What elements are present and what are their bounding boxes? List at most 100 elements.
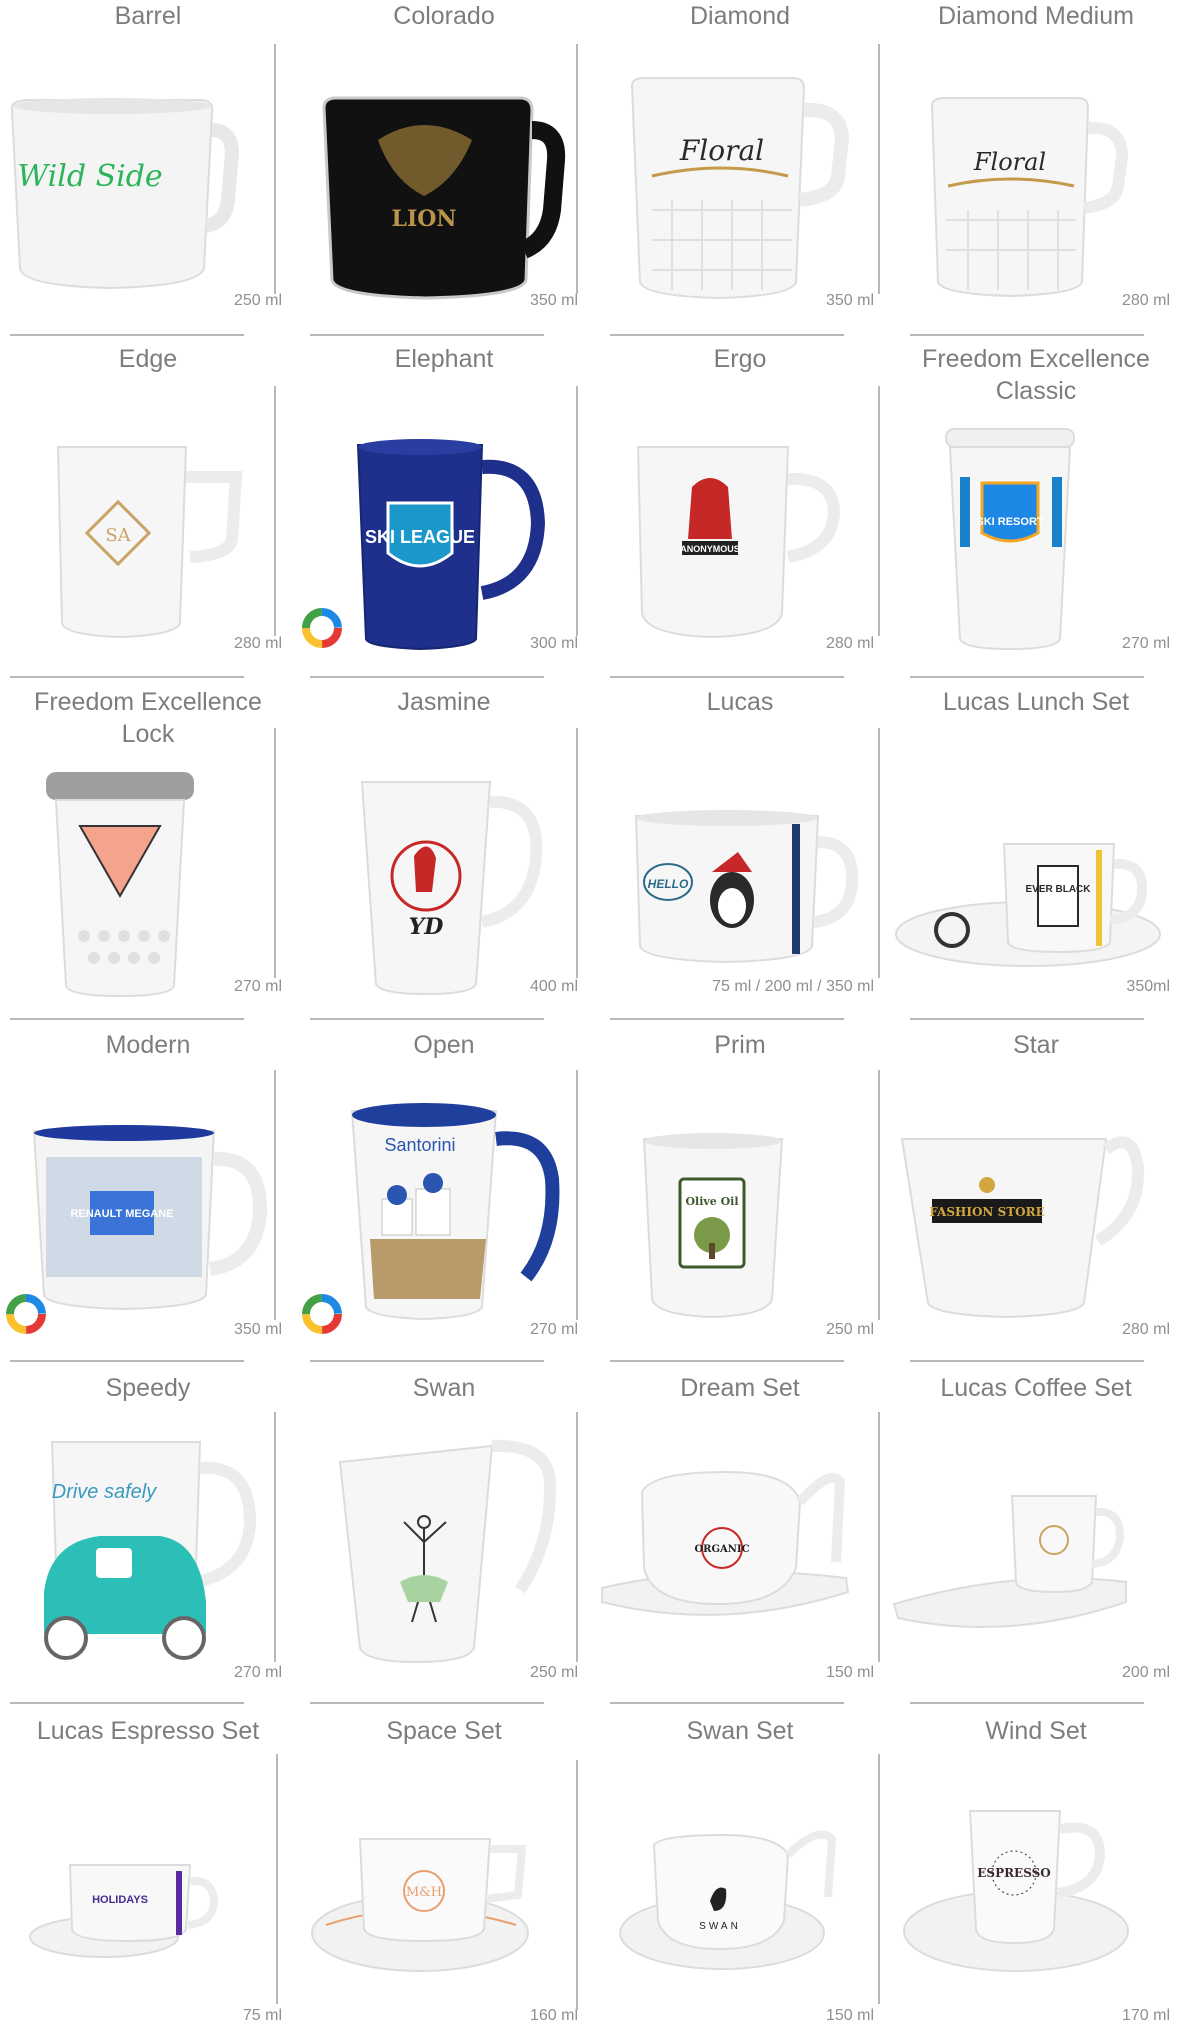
product-capacity: 350 ml <box>825 292 874 309</box>
column-divider <box>576 1070 578 1320</box>
product-card-ergo[interactable]: ANONYMOUS Ergo 280 ml <box>592 343 888 686</box>
row-divider <box>610 1702 844 1704</box>
product-card-speedy[interactable]: Drive safely Speedy 270 ml <box>0 1372 296 1715</box>
svg-text:Floral: Floral <box>679 134 764 167</box>
product-name: Open <box>413 1031 475 1059</box>
product-card-star[interactable]: FASHION STORE Star 280 ml <box>888 1029 1184 1372</box>
product-card-freedom-excellence-classic[interactable]: SKI RESORT Freedom Excellence Classic 27… <box>888 343 1184 686</box>
product-capacity: 75 ml / 200 ml / 350 ml <box>712 978 874 995</box>
svg-text:Wild Side: Wild Side <box>17 159 162 194</box>
svg-text:LION: LION <box>391 206 456 232</box>
product-card-dream-set[interactable]: ORGANIC Dream Set 150 ml <box>592 1372 888 1715</box>
svg-text:ANONYMOUS: ANONYMOUS <box>680 544 740 554</box>
product-name: Lucas <box>706 688 774 716</box>
row-divider <box>310 676 544 678</box>
svg-text:HELLO: HELLO <box>648 877 689 891</box>
product-capacity: 400 ml <box>529 978 578 995</box>
row-divider <box>910 676 1144 678</box>
column-divider <box>878 44 880 294</box>
svg-text:M&H: M&H <box>406 1885 442 1900</box>
product-name: Diamond <box>689 2 791 30</box>
product-capacity: 75 ml <box>242 2007 282 2024</box>
svg-text:Santorini: Santorini <box>384 1135 455 1155</box>
svg-text:HOLIDAYS: HOLIDAYS <box>92 1894 148 1906</box>
product-card-open[interactable]: Santorini Open 270 ml <box>296 1029 592 1372</box>
svg-text:SKI RESORT: SKI RESORT <box>976 516 1044 528</box>
product-card-diamond-medium[interactable]: Floral Diamond Medium 280 ml <box>888 0 1184 343</box>
product-name: Lucas Coffee Set <box>940 1374 1132 1402</box>
svg-text:RENAULT MEGANE: RENAULT MEGANE <box>70 1208 173 1220</box>
row-divider <box>10 334 244 336</box>
column-divider <box>878 1754 880 2004</box>
svg-text:FASHION STORE: FASHION STORE <box>929 1205 1045 1219</box>
color-options-icon[interactable] <box>302 608 342 648</box>
column-divider <box>878 728 880 978</box>
product-card-diamond[interactable]: Floral Diamond 350 ml <box>592 0 888 343</box>
product-name: Prim <box>714 1031 766 1059</box>
product-name: Star <box>1013 1031 1059 1059</box>
product-capacity: 280 ml <box>825 635 874 652</box>
row-divider <box>310 1702 544 1704</box>
svg-text:SWAN: SWAN <box>699 1921 741 1932</box>
lucas-espresso-set-icon: HOLIDAYS <box>29 1864 219 1958</box>
product-name: Lucas Espresso Set <box>36 1717 260 1745</box>
product-name: Space Set <box>386 1717 502 1745</box>
product-capacity: 280 ml <box>233 635 282 652</box>
product-card-swan-set[interactable]: SWAN Swan Set 150 ml <box>592 1715 888 2024</box>
product-card-prim[interactable]: Olive Oil Prim 250 ml <box>592 1029 888 1372</box>
product-name: Modern <box>105 1031 191 1059</box>
product-capacity: 270 ml <box>233 1664 282 1681</box>
product-card-jasmine[interactable]: YD Jasmine 400 ml <box>296 686 592 1029</box>
column-divider <box>274 1412 276 1662</box>
product-card-wind-set[interactable]: ESPRESSO Wind Set 170 ml <box>888 1715 1184 2024</box>
row-divider <box>610 1360 844 1362</box>
svg-text:SKI LEAGUE: SKI LEAGUE <box>365 527 475 547</box>
product-name: Freedom Excellence Classic <box>922 345 1150 405</box>
product-name: Colorado <box>393 2 495 30</box>
color-options-icon[interactable] <box>302 1294 342 1334</box>
row-divider <box>10 676 244 678</box>
row-divider <box>310 1018 544 1020</box>
product-capacity: 350ml <box>1126 978 1170 995</box>
product-capacity: 250 ml <box>233 292 282 309</box>
product-card-swan[interactable]: Swan 250 ml <box>296 1372 592 1715</box>
product-name: Dream Set <box>680 1374 800 1402</box>
svg-text:Olive Oil: Olive Oil <box>685 1195 738 1208</box>
row-divider <box>610 1018 844 1020</box>
product-name: Diamond Medium <box>938 2 1134 30</box>
product-card-edge[interactable]: SA Edge 280 ml <box>0 343 296 686</box>
column-divider <box>274 728 276 978</box>
product-card-modern[interactable]: RENAULT MEGANE Modern 350 ml <box>0 1029 296 1372</box>
space-set-icon: M&H <box>311 1838 529 1972</box>
row-divider <box>310 334 544 336</box>
product-card-lucas[interactable]: HELLO Lucas 75 ml / 200 ml / 350 ml <box>592 686 888 1029</box>
row-divider <box>610 676 844 678</box>
product-card-elephant[interactable]: SKI LEAGUE Elephant 300 ml <box>296 343 592 686</box>
row-divider <box>910 334 1144 336</box>
product-capacity: 270 ml <box>1121 635 1170 652</box>
product-card-lucas-espresso-set[interactable]: HOLIDAYS Lucas Espresso Set 75 ml <box>0 1715 296 2024</box>
svg-text:Drive safely: Drive safely <box>52 1481 157 1503</box>
row-divider <box>10 1702 244 1704</box>
product-name: Edge <box>118 345 178 373</box>
product-card-space-set[interactable]: M&H Space Set 160 ml <box>296 1715 592 2024</box>
product-card-lucas-coffee-set[interactable]: Lucas Coffee Set 200 ml <box>888 1372 1184 1715</box>
row-divider <box>910 1018 1144 1020</box>
product-card-lucas-lunch-set[interactable]: EVER BLACK Lucas Lunch Set 350ml <box>888 686 1184 1029</box>
product-card-freedom-excellence-lock[interactable]: Freedom Excellence Lock 270 ml <box>0 686 296 1029</box>
product-grid: Wild Side Barrel 250 ml LION Colorado 35… <box>0 0 1187 2024</box>
product-capacity: 150 ml <box>825 1664 874 1681</box>
product-capacity: 170 ml <box>1121 2007 1170 2024</box>
column-divider <box>878 1070 880 1320</box>
product-name: Swan Set <box>686 1717 794 1745</box>
column-divider <box>576 728 578 978</box>
color-options-icon[interactable] <box>6 1294 46 1334</box>
product-card-colorado[interactable]: LION Colorado 350 ml <box>296 0 592 343</box>
product-capacity: 350 ml <box>529 292 578 309</box>
product-capacity: 350 ml <box>233 1321 282 1338</box>
swan-set-icon: SWAN <box>619 1830 837 1970</box>
product-capacity: 280 ml <box>1121 292 1170 309</box>
product-capacity: 280 ml <box>1121 1321 1170 1338</box>
column-divider <box>274 1070 276 1320</box>
product-card-barrel[interactable]: Wild Side Barrel 250 ml <box>0 0 296 343</box>
